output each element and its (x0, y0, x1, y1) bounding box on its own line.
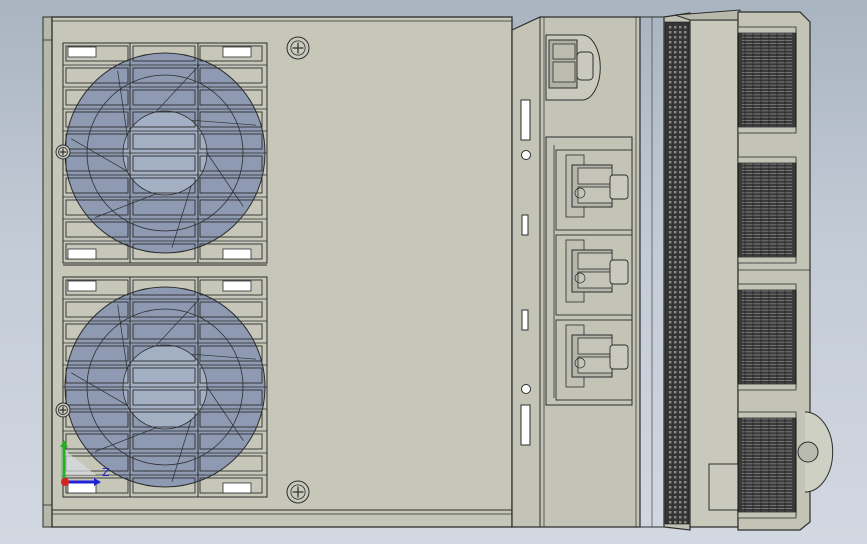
vent-strip (640, 12, 691, 531)
3d-model-view[interactable] (0, 0, 867, 544)
screw-icon (286, 480, 310, 504)
connector-icon (737, 26, 797, 134)
cable-gland-icon (555, 149, 633, 231)
cable-gland-icon (555, 234, 633, 316)
screw-icon (55, 402, 71, 418)
fan-grille-upper (62, 42, 268, 266)
cable-gland-group (555, 149, 633, 401)
connector-icon (737, 156, 797, 264)
screw-icon (55, 144, 71, 160)
connector-icon (737, 283, 797, 391)
screw-icon (286, 36, 310, 60)
fan-grille-lower (62, 276, 268, 498)
cad-viewport[interactable]: Z (0, 0, 867, 544)
x-axis-point (61, 478, 69, 486)
cable-gland-icon (555, 319, 633, 401)
triad-z-label: Z (102, 466, 110, 479)
connector-panel (674, 9, 834, 531)
connector-icon (737, 411, 797, 519)
earth-terminal (545, 34, 601, 101)
status-led-window (520, 99, 531, 141)
terminal-panel (511, 16, 641, 528)
status-led-window (520, 404, 531, 446)
